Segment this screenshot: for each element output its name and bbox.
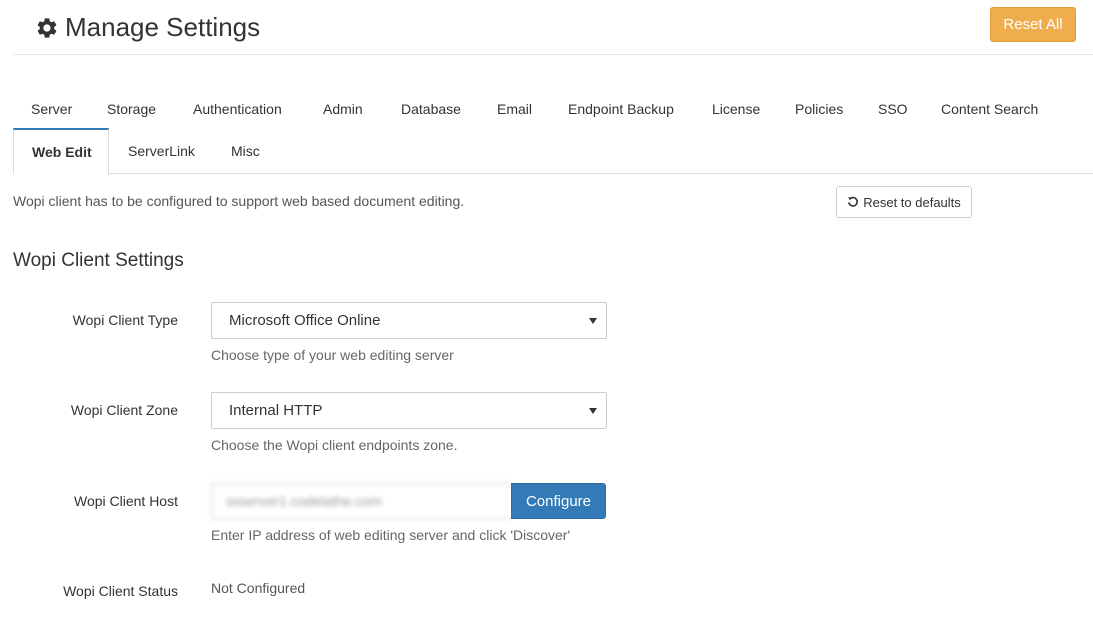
page-header: Manage Settings Reset All bbox=[13, 0, 1093, 55]
client-type-select[interactable]: Microsoft Office Online bbox=[211, 302, 607, 339]
client-zone-value: Internal HTTP bbox=[229, 402, 323, 419]
tab-storage[interactable]: Storage bbox=[89, 90, 174, 128]
tab-license[interactable]: License bbox=[694, 90, 778, 128]
tab-server[interactable]: Server bbox=[13, 90, 90, 128]
client-type-label: Wopi Client Type bbox=[72, 312, 178, 328]
client-type-help: Choose type of your web editing server bbox=[211, 347, 454, 363]
chevron-down-icon bbox=[589, 407, 597, 414]
tab-policies[interactable]: Policies bbox=[777, 90, 861, 128]
configure-button[interactable]: Configure bbox=[511, 483, 606, 519]
reset-to-defaults-label: Reset to defaults bbox=[863, 194, 961, 210]
tab-admin[interactable]: Admin bbox=[305, 90, 381, 128]
client-host-input[interactable] bbox=[211, 483, 512, 519]
tab-authentication[interactable]: Authentication bbox=[175, 90, 300, 128]
settings-tabs-row-1: Server Storage Authentication Admin Data… bbox=[13, 90, 1093, 128]
client-status-value: Not Configured bbox=[211, 580, 306, 596]
tab-serverlink[interactable]: ServerLink bbox=[110, 128, 213, 173]
settings-tabs-row-2: Web Edit ServerLink Misc bbox=[13, 128, 1093, 175]
page-title-text: Manage Settings bbox=[65, 12, 261, 42]
client-host-label: Wopi Client Host bbox=[73, 493, 178, 509]
page-title: Manage Settings bbox=[35, 12, 260, 43]
tab-email[interactable]: Email bbox=[479, 90, 550, 128]
chevron-down-icon bbox=[589, 317, 597, 324]
client-zone-label: Wopi Client Zone bbox=[70, 402, 178, 418]
tab-sso[interactable]: SSO bbox=[860, 90, 926, 128]
tab-content-search[interactable]: Content Search bbox=[923, 90, 1056, 128]
client-zone-select[interactable]: Internal HTTP bbox=[211, 392, 607, 429]
reset-all-button[interactable]: Reset All bbox=[990, 7, 1076, 42]
reset-to-defaults-button[interactable]: Reset to defaults bbox=[836, 186, 972, 218]
client-zone-help: Choose the Wopi client endpoints zone. bbox=[211, 437, 458, 453]
tab-misc[interactable]: Misc bbox=[213, 128, 278, 173]
tab-web-edit[interactable]: Web Edit bbox=[13, 128, 109, 175]
client-status-label: Wopi Client Status bbox=[63, 583, 178, 599]
gear-icon bbox=[35, 16, 59, 40]
section-title: Wopi Client Settings bbox=[13, 250, 184, 271]
info-text: Wopi client has to be configured to supp… bbox=[13, 193, 465, 209]
tab-endpoint-backup[interactable]: Endpoint Backup bbox=[550, 90, 692, 128]
client-host-help: Enter IP address of web editing server a… bbox=[211, 527, 571, 543]
tab-database[interactable]: Database bbox=[383, 90, 479, 128]
client-type-value: Microsoft Office Online bbox=[229, 312, 381, 329]
undo-icon bbox=[847, 196, 859, 208]
